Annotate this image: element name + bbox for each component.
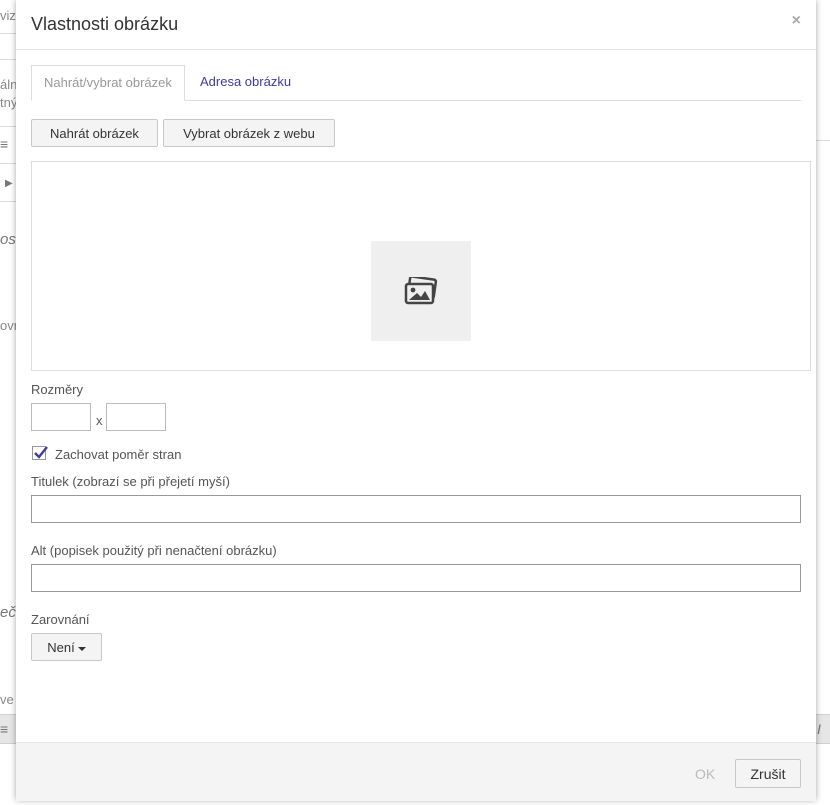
height-input[interactable] — [106, 403, 166, 431]
alt-input[interactable] — [31, 564, 801, 592]
image-gallery-icon — [404, 277, 438, 305]
align-icon: ≡ — [0, 136, 9, 152]
triangle-right-icon: ▶ — [5, 178, 13, 189]
background-divider — [0, 59, 16, 60]
alignment-dropdown[interactable]: Není — [31, 633, 102, 661]
clear-format-icon: I — [817, 721, 821, 737]
caret-down-icon — [77, 646, 86, 651]
dimensions-label: Rozměry — [31, 382, 84, 397]
cancel-button[interactable]: Zrušit — [735, 759, 801, 788]
image-properties-dialog: Vlastnosti obrázku × Nahrát/vybrat obráz… — [16, 0, 816, 801]
alignment-selected-value: Není — [47, 640, 75, 655]
dialog-tabs: Nahrát/vybrat obrázek Adresa obrázku — [31, 65, 801, 101]
keep-ratio-label[interactable]: Zachovat poměr stran — [55, 447, 181, 462]
background-divider — [0, 126, 16, 127]
background-divider — [0, 33, 16, 34]
dialog-title: Vlastnosti obrázku — [31, 14, 179, 34]
background-divider — [0, 201, 16, 202]
background-text: ve — [0, 692, 14, 707]
ok-button[interactable]: OK — [695, 766, 715, 782]
background-text: tný — [0, 95, 18, 110]
background-divider — [816, 140, 830, 141]
title-field-label: Titulek (zobrazí se při přejetí myší) — [31, 474, 230, 489]
width-input[interactable] — [31, 403, 91, 431]
background-divider — [0, 163, 16, 164]
dialog-footer: OK Zrušit — [16, 742, 816, 801]
background-text: viz — [0, 8, 16, 23]
alignment-label: Zarovnání — [31, 612, 90, 627]
check-icon — [34, 446, 48, 459]
upload-image-button[interactable]: Nahrát obrázek — [31, 119, 158, 147]
title-input[interactable] — [31, 495, 801, 523]
image-preview-area — [31, 161, 811, 371]
keep-ratio-checkbox[interactable] — [32, 446, 48, 460]
alt-field-label: Alt (popisek použitý při nenačtení obráz… — [31, 543, 277, 558]
image-placeholder[interactable] — [371, 241, 471, 341]
dimension-separator: x — [96, 413, 103, 428]
tab-upload-select[interactable]: Nahrát/vybrat obrázek — [31, 65, 185, 101]
align-icon: ≡ — [0, 721, 9, 737]
close-icon[interactable]: × — [792, 12, 801, 30]
select-web-image-button[interactable]: Vybrat obrázek z webu — [163, 119, 335, 147]
tab-image-url[interactable]: Adresa obrázku — [188, 65, 303, 100]
dialog-header: Vlastnosti obrázku × — [16, 0, 816, 50]
